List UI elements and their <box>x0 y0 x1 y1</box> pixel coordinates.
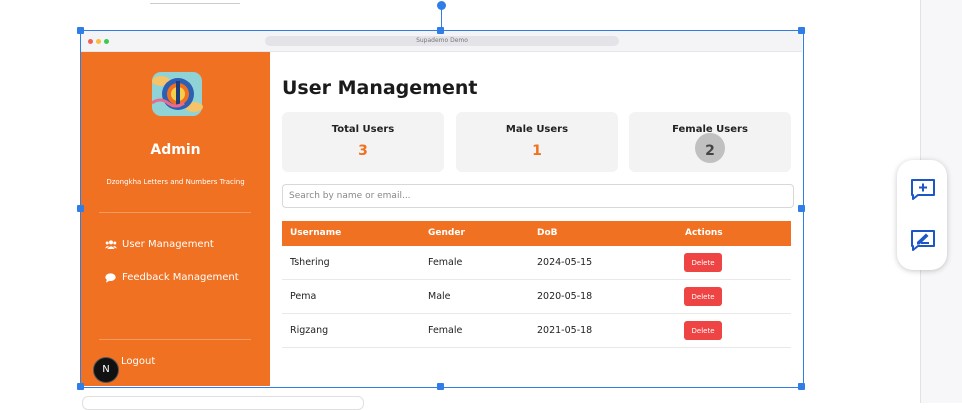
cell-username: Tshering <box>290 257 330 268</box>
sidebar-item-feedback-management[interactable]: Feedback Management <box>105 272 239 283</box>
add-comment-button[interactable] <box>910 177 936 201</box>
sidebar-divider <box>99 339 251 340</box>
resize-handle-bottom[interactable] <box>437 383 444 390</box>
stat-card-female-users: Female Users 2 <box>629 112 791 172</box>
minimize-dot-icon <box>96 39 101 44</box>
page-title: User Management <box>282 77 478 99</box>
canvas-shape-fragment <box>150 0 240 4</box>
cell-username: Rigzang <box>290 325 329 336</box>
column-header-dob[interactable]: DoB <box>537 221 558 246</box>
stat-card-total-users: Total Users 3 <box>282 112 444 172</box>
users-table: Username Gender DoB Actions Tshering Fem… <box>282 221 791 348</box>
stat-label: Total Users <box>331 124 395 135</box>
cell-gender: Female <box>428 257 463 268</box>
resize-handle-top[interactable] <box>437 27 444 34</box>
resize-handle-top-right[interactable] <box>798 27 805 34</box>
rotate-handle[interactable] <box>437 1 446 10</box>
cell-dob: 2024-05-15 <box>537 257 593 268</box>
browser-url-bar: Supademo Demo <box>265 36 619 46</box>
column-header-username[interactable]: Username <box>290 221 341 246</box>
cell-gender: Female <box>428 325 463 336</box>
sidebar-title: Admin <box>150 142 201 158</box>
cell-gender: Male <box>428 291 451 302</box>
table-row: Rigzang Female 2021-05-18 Delete <box>282 314 791 348</box>
delete-button[interactable]: Delete <box>684 253 722 272</box>
dev-badge-icon[interactable]: N <box>93 357 119 383</box>
app-logo-icon <box>151 72 203 116</box>
delete-button[interactable]: Delete <box>684 321 722 340</box>
resize-handle-bottom-right[interactable] <box>798 383 805 390</box>
sidebar-item-label: Feedback Management <box>122 272 239 283</box>
sidebar-item-label: User Management <box>122 239 214 250</box>
sidebar: Admin Dzongkha Letters and Numbers Traci… <box>81 52 270 386</box>
table-row: Tshering Female 2024-05-15 Delete <box>282 246 791 280</box>
logout-link[interactable]: Logout <box>121 356 155 367</box>
screenshot-frame[interactable]: Supademo Demo Admin Dzongkha Letters and… <box>81 31 802 386</box>
sidebar-divider <box>99 212 251 213</box>
stat-value: 3 <box>358 143 368 159</box>
table-row: Pema Male 2020-05-18 Delete <box>282 280 791 314</box>
resize-handle-right[interactable] <box>798 205 805 212</box>
sidebar-subtitle: Dzongkha Letters and Numbers Tracing <box>106 178 245 186</box>
chat-bubble-icon <box>105 272 117 283</box>
table-header: Username Gender DoB Actions <box>282 221 791 246</box>
users-icon <box>105 240 117 250</box>
cell-dob: 2021-05-18 <box>537 325 593 336</box>
search-input[interactable] <box>282 184 794 208</box>
stat-value: 2 <box>705 143 715 159</box>
stat-label: Male Users <box>505 124 569 135</box>
editor-canvas: Supademo Demo Admin Dzongkha Letters and… <box>0 0 920 410</box>
browser-titlebar: Supademo Demo <box>81 31 802 52</box>
close-dot-icon <box>88 39 93 44</box>
stat-value: 1 <box>532 143 542 159</box>
add-comment-icon <box>911 179 935 200</box>
delete-button[interactable]: Delete <box>684 287 722 306</box>
maximize-dot-icon <box>104 39 109 44</box>
canvas-shape-fragment <box>82 396 364 410</box>
resize-handle-top-left[interactable] <box>77 27 84 34</box>
column-header-gender[interactable]: Gender <box>428 221 465 246</box>
column-header-actions: Actions <box>685 228 723 238</box>
cell-username: Pema <box>290 291 317 302</box>
edit-note-icon <box>911 230 935 251</box>
edit-note-button[interactable] <box>910 228 936 252</box>
resize-handle-left[interactable] <box>77 205 84 212</box>
cell-dob: 2020-05-18 <box>537 291 593 302</box>
resize-handle-bottom-left[interactable] <box>77 383 84 390</box>
stat-card-male-users: Male Users 1 <box>456 112 618 172</box>
floating-toolbar <box>897 160 947 270</box>
sidebar-item-user-management[interactable]: User Management <box>105 239 214 250</box>
